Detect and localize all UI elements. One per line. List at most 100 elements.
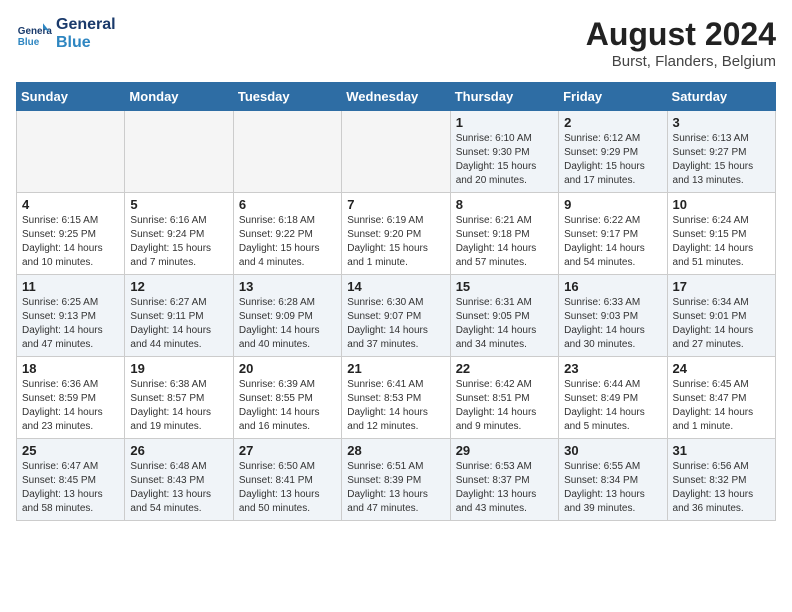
- calendar-cell: 20Sunrise: 6:39 AMSunset: 8:55 PMDayligh…: [233, 357, 341, 439]
- day-number: 25: [22, 443, 119, 458]
- day-number: 1: [456, 115, 553, 130]
- calendar-cell: 4Sunrise: 6:15 AMSunset: 9:25 PMDaylight…: [17, 193, 125, 275]
- day-info: Sunrise: 6:25 AMSunset: 9:13 PMDaylight:…: [22, 296, 119, 352]
- calendar-cell: [342, 111, 450, 193]
- weekday-header: Wednesday: [342, 83, 450, 111]
- day-number: 4: [22, 197, 119, 212]
- day-number: 26: [130, 443, 227, 458]
- day-number: 16: [564, 279, 661, 294]
- day-info: Sunrise: 6:28 AMSunset: 9:09 PMDaylight:…: [239, 296, 336, 352]
- day-number: 8: [456, 197, 553, 212]
- calendar-cell: 1Sunrise: 6:10 AMSunset: 9:30 PMDaylight…: [450, 111, 558, 193]
- day-number: 6: [239, 197, 336, 212]
- day-info: Sunrise: 6:27 AMSunset: 9:11 PMDaylight:…: [130, 296, 227, 352]
- day-info: Sunrise: 6:42 AMSunset: 8:51 PMDaylight:…: [456, 378, 553, 434]
- calendar-week-row: 25Sunrise: 6:47 AMSunset: 8:45 PMDayligh…: [17, 439, 776, 521]
- calendar-cell: 31Sunrise: 6:56 AMSunset: 8:32 PMDayligh…: [667, 439, 775, 521]
- day-info: Sunrise: 6:39 AMSunset: 8:55 PMDaylight:…: [239, 378, 336, 434]
- calendar-cell: [233, 111, 341, 193]
- calendar-cell: 11 Sunrise: 6:25 AMSunset: 9:13 PMDayligh…: [17, 275, 125, 357]
- day-number: 27: [239, 443, 336, 458]
- day-info: Sunrise: 6:30 AMSunset: 9:07 PMDaylight:…: [347, 296, 444, 352]
- day-number: 19: [130, 361, 227, 376]
- day-number: 21: [347, 361, 444, 376]
- calendar-cell: 13 Sunrise: 6:28 AMSunset: 9:09 PMDayligh…: [233, 275, 341, 357]
- weekday-header: Saturday: [667, 83, 775, 111]
- month-year: August 2024: [586, 16, 776, 53]
- calendar-cell: [17, 111, 125, 193]
- calendar-cell: 2Sunrise: 6:12 AMSunset: 9:29 PMDaylight…: [559, 111, 667, 193]
- calendar-week-row: 18 Sunrise: 6:36 AMSunset: 8:59 PMDayligh…: [17, 357, 776, 439]
- svg-text:Blue: Blue: [18, 37, 40, 48]
- day-info: Sunrise: 6:44 AMSunset: 8:49 PMDaylight:…: [564, 378, 661, 434]
- calendar-cell: 16 Sunrise: 6:33 AMSunset: 9:03 PMDayligh…: [559, 275, 667, 357]
- day-number: 14: [347, 279, 444, 294]
- day-number: 5: [130, 197, 227, 212]
- calendar-cell: 15 Sunrise: 6:31 AMSunset: 9:05 PMDayligh…: [450, 275, 558, 357]
- day-info: Sunrise: 6:18 AMSunset: 9:22 PMDaylight:…: [239, 214, 336, 270]
- calendar-cell: 29Sunrise: 6:53 AMSunset: 8:37 PMDayligh…: [450, 439, 558, 521]
- calendar-cell: 14 Sunrise: 6:30 AMSunset: 9:07 PMDayligh…: [342, 275, 450, 357]
- calendar-cell: 3Sunrise: 6:13 AMSunset: 9:27 PMDaylight…: [667, 111, 775, 193]
- day-info: Sunrise: 6:22 AMSunset: 9:17 PMDaylight:…: [564, 214, 661, 270]
- calendar-week-row: 1Sunrise: 6:10 AMSunset: 9:30 PMDaylight…: [17, 111, 776, 193]
- logo-general: General: [56, 16, 116, 34]
- day-info: Sunrise: 6:33 AMSunset: 9:03 PMDaylight:…: [564, 296, 661, 352]
- day-number: 18: [22, 361, 119, 376]
- day-number: 30: [564, 443, 661, 458]
- calendar-cell: 12 Sunrise: 6:27 AMSunset: 9:11 PMDayligh…: [125, 275, 233, 357]
- calendar-cell: 5 Sunrise: 6:16 AMSunset: 9:24 PMDaylight…: [125, 193, 233, 275]
- calendar-cell: 17Sunrise: 6:34 AMSunset: 9:01 PMDayligh…: [667, 275, 775, 357]
- day-info: Sunrise: 6:38 AMSunset: 8:57 PMDaylight:…: [130, 378, 227, 434]
- day-info: Sunrise: 6:16 AMSunset: 9:24 PMDaylight:…: [130, 214, 227, 270]
- weekday-header-row: SundayMondayTuesdayWednesdayThursdayFrid…: [17, 83, 776, 111]
- day-number: 12: [130, 279, 227, 294]
- title-block: August 2024 Burst, Flanders, Belgium: [586, 16, 776, 70]
- day-info: Sunrise: 6:24 AMSunset: 9:15 PMDaylight:…: [673, 214, 770, 270]
- calendar-cell: 22Sunrise: 6:42 AMSunset: 8:51 PMDayligh…: [450, 357, 558, 439]
- weekday-header: Monday: [125, 83, 233, 111]
- day-info: Sunrise: 6:48 AMSunset: 8:43 PMDaylight:…: [130, 460, 227, 516]
- day-info: Sunrise: 6:51 AMSunset: 8:39 PMDaylight:…: [347, 460, 444, 516]
- weekday-header: Thursday: [450, 83, 558, 111]
- page-header: General Blue General Blue August 2024 Bu…: [16, 16, 776, 70]
- day-number: 23: [564, 361, 661, 376]
- calendar-cell: 25Sunrise: 6:47 AMSunset: 8:45 PMDayligh…: [17, 439, 125, 521]
- calendar-cell: 8 Sunrise: 6:21 AMSunset: 9:18 PMDaylight…: [450, 193, 558, 275]
- day-info: Sunrise: 6:50 AMSunset: 8:41 PMDaylight:…: [239, 460, 336, 516]
- calendar-cell: 23 Sunrise: 6:44 AMSunset: 8:49 PMDayligh…: [559, 357, 667, 439]
- weekday-header: Friday: [559, 83, 667, 111]
- logo-blue: Blue: [56, 34, 116, 52]
- day-number: 3: [673, 115, 770, 130]
- calendar-cell: 28 Sunrise: 6:51 AMSunset: 8:39 PMDayligh…: [342, 439, 450, 521]
- calendar-cell: 10 Sunrise: 6:24 AMSunset: 9:15 PMDayligh…: [667, 193, 775, 275]
- day-info: Sunrise: 6:41 AMSunset: 8:53 PMDaylight:…: [347, 378, 444, 434]
- calendar-cell: 18 Sunrise: 6:36 AMSunset: 8:59 PMDayligh…: [17, 357, 125, 439]
- calendar-cell: 24 Sunrise: 6:45 AMSunset: 8:47 PMDayligh…: [667, 357, 775, 439]
- location: Burst, Flanders, Belgium: [586, 53, 776, 70]
- day-number: 10: [673, 197, 770, 212]
- day-number: 11: [22, 279, 119, 294]
- day-number: 7: [347, 197, 444, 212]
- day-number: 9: [564, 197, 661, 212]
- weekday-header: Sunday: [17, 83, 125, 111]
- calendar-cell: 21 Sunrise: 6:41 AMSunset: 8:53 PMDayligh…: [342, 357, 450, 439]
- day-info: Sunrise: 6:56 AMSunset: 8:32 PMDaylight:…: [673, 460, 770, 516]
- day-info: Sunrise: 6:21 AMSunset: 9:18 PMDaylight:…: [456, 214, 553, 270]
- svg-text:General: General: [18, 26, 52, 37]
- day-info: Sunrise: 6:36 AMSunset: 8:59 PMDaylight:…: [22, 378, 119, 434]
- calendar-cell: 6 Sunrise: 6:18 AMSunset: 9:22 PMDaylight…: [233, 193, 341, 275]
- day-number: 24: [673, 361, 770, 376]
- day-info: Sunrise: 6:12 AMSunset: 9:29 PMDaylight:…: [564, 132, 661, 188]
- day-number: 28: [347, 443, 444, 458]
- calendar-week-row: 11 Sunrise: 6:25 AMSunset: 9:13 PMDayligh…: [17, 275, 776, 357]
- day-number: 13: [239, 279, 336, 294]
- calendar-cell: 19 Sunrise: 6:38 AMSunset: 8:57 PMDayligh…: [125, 357, 233, 439]
- calendar-week-row: 4Sunrise: 6:15 AMSunset: 9:25 PMDaylight…: [17, 193, 776, 275]
- day-info: Sunrise: 6:45 AMSunset: 8:47 PMDaylight:…: [673, 378, 770, 434]
- calendar-cell: 9 Sunrise: 6:22 AMSunset: 9:17 PMDaylight…: [559, 193, 667, 275]
- day-number: 15: [456, 279, 553, 294]
- day-info: Sunrise: 6:31 AMSunset: 9:05 PMDaylight:…: [456, 296, 553, 352]
- calendar-table: SundayMondayTuesdayWednesdayThursdayFrid…: [16, 82, 776, 521]
- day-info: Sunrise: 6:19 AMSunset: 9:20 PMDaylight:…: [347, 214, 444, 270]
